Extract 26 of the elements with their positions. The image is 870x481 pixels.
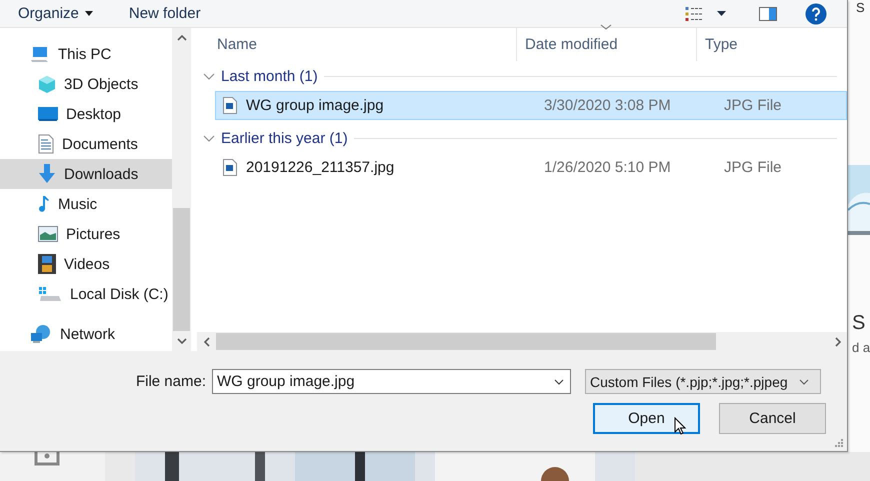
file-row[interactable]: 20191226_211357.jpg 1/26/2020 5:10 PM JPG File [215,153,847,182]
nav-item[interactable]: Music [0,189,172,219]
page-heading: S [852,312,866,335]
nav-item[interactable]: Pictures [0,219,172,249]
file-row[interactable]: WG group image.jpg 3/30/2020 3:08 PM JPG File [215,91,847,120]
nav-item[interactable]: Videos [0,249,172,279]
nav-item[interactable]: Downloads [0,159,172,189]
file-name-field[interactable]: WG group image.jpg [212,369,571,394]
organize-menu[interactable]: Organize [18,5,93,22]
column-header[interactable]: Type [697,28,847,61]
open-button[interactable]: Open [593,403,700,434]
file-name-label: File name: [134,373,207,390]
nav-item[interactable]: Desktop [0,99,172,129]
cancel-button[interactable]: Cancel [719,403,826,434]
page-text: d a [852,340,870,355]
nav-item[interactable]: Network [0,319,172,349]
group-header[interactable]: Last month (1) [203,68,318,84]
new-folder-button[interactable]: New folder [128,5,201,22]
nav-item[interactable]: Documents [0,129,172,159]
file-type-dropdown[interactable]: Custom Files (*.pjp;*.jpg;*.pjpeg [585,369,821,394]
nav-item[interactable]: Local Disk (C:) [0,279,172,309]
column-header[interactable]: Name [191,28,517,61]
nav-item[interactable]: This PC [0,39,172,69]
nav-item[interactable]: 3D Objects [0,69,172,99]
page-text: S [856,0,865,15]
group-header[interactable]: Earlier this year (1) [203,130,348,146]
